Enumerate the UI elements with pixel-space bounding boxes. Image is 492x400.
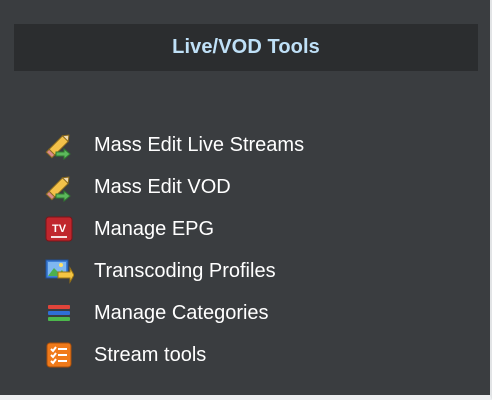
- menu-item-manage-epg[interactable]: TV Manage EPG: [44, 208, 304, 250]
- menu-item-mass-edit-live-streams[interactable]: Mass Edit Live Streams: [44, 124, 304, 166]
- tools-menu: Mass Edit Live Streams Mass Edit VOD TV …: [44, 124, 304, 376]
- checklist-icon: [44, 340, 74, 370]
- menu-item-label: Transcoding Profiles: [94, 259, 276, 282]
- menu-item-transcoding-profiles[interactable]: Transcoding Profiles: [44, 250, 304, 292]
- pencil-edit-icon: [44, 130, 74, 160]
- menu-item-label: Mass Edit Live Streams: [94, 133, 305, 156]
- menu-item-label: Mass Edit VOD: [94, 175, 231, 198]
- panel-title: Live/VOD Tools: [172, 36, 320, 58]
- svg-text:TV: TV: [52, 223, 67, 235]
- menu-item-manage-categories[interactable]: Manage Categories: [44, 292, 304, 334]
- menu-item-label: Manage EPG: [94, 217, 215, 240]
- live-vod-tools-panel: Live/VOD Tools Mass Edit Live Streams Ma…: [0, 0, 492, 400]
- pencil-edit-icon: [44, 172, 74, 202]
- panel-header: Live/VOD Tools: [14, 24, 478, 71]
- menu-item-mass-edit-vod[interactable]: Mass Edit VOD: [44, 166, 304, 208]
- menu-item-label: Stream tools: [94, 343, 207, 366]
- video-convert-icon: [44, 256, 74, 286]
- category-list-icon: [44, 298, 74, 328]
- tv-icon: TV: [44, 214, 74, 244]
- menu-item-label: Manage Categories: [94, 301, 269, 324]
- menu-item-stream-tools[interactable]: Stream tools: [44, 334, 304, 376]
